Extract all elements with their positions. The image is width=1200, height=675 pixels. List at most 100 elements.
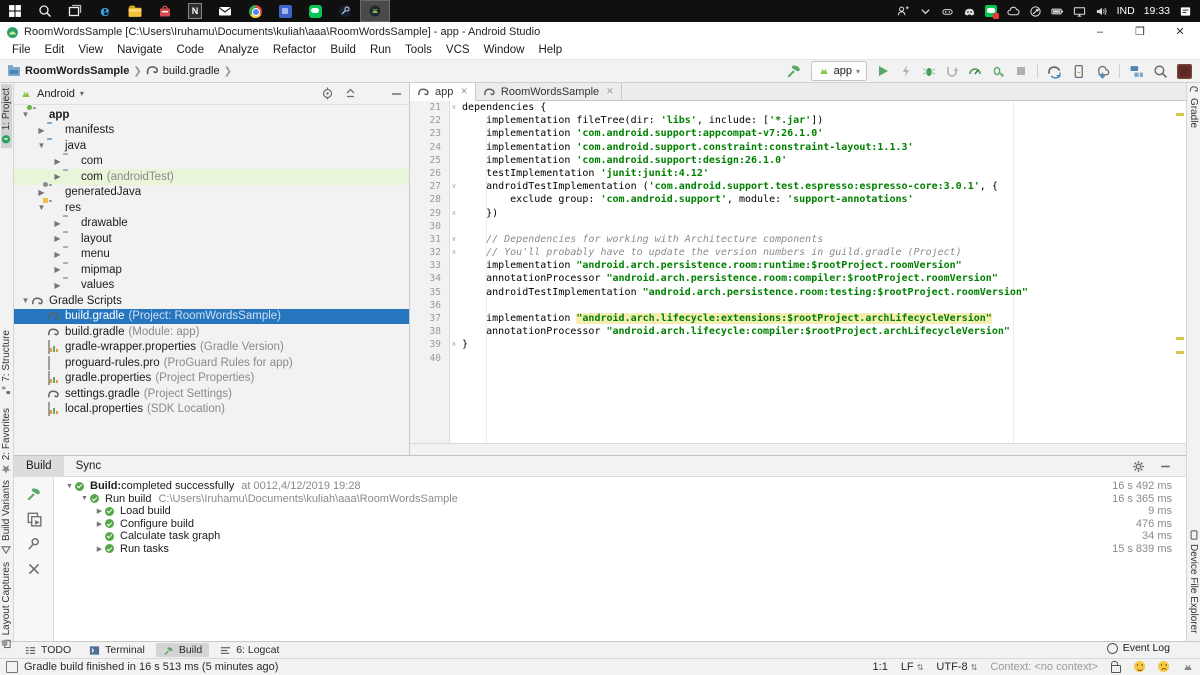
tree-item-gradle-properties[interactable]: gradle.properties (Project Properties) [14, 371, 409, 387]
settings-gear-icon[interactable] [367, 87, 380, 100]
build-hammer-icon[interactable] [786, 63, 802, 79]
expand-arrow-icon[interactable]: ▶ [52, 250, 63, 259]
build-panel-tab-build[interactable]: Build [14, 455, 64, 477]
close-tab-icon[interactable]: ✕ [606, 86, 614, 97]
taskbar-app-line-app[interactable] [300, 0, 330, 22]
fold-end-icon[interactable]: ∧ [449, 207, 459, 220]
tree-item-mipmap[interactable]: ▶ mipmap [14, 262, 409, 278]
fold-end-icon[interactable]: ∧ [449, 338, 459, 351]
menu-build[interactable]: Build [323, 44, 363, 56]
code-line[interactable]: exclude group: 'com.android.support', mo… [410, 193, 1186, 206]
code-line[interactable] [410, 220, 1186, 233]
tray-chevron-down-icon[interactable] [919, 5, 932, 18]
close-panel-icon[interactable] [26, 561, 42, 577]
line-separator-widget[interactable]: LF ⇅ [901, 661, 924, 673]
rerun-build-icon[interactable] [26, 486, 42, 502]
expand-arrow-icon[interactable]: ▶ [94, 507, 105, 515]
tree-item-app[interactable]: ▼ app [14, 107, 409, 123]
tree-item-gradle-wrapper-properties[interactable]: gradle-wrapper.properties (Gradle Version… [14, 340, 409, 356]
toolwindow-tab-build[interactable]: Build [155, 643, 210, 657]
taskbar-app-search-glass[interactable] [30, 0, 60, 22]
expand-arrow-icon[interactable]: ▶ [94, 520, 105, 528]
gear-icon[interactable] [1132, 460, 1145, 473]
tray-cloud-icon[interactable] [1007, 5, 1020, 18]
taskbar-app-photos[interactable] [270, 0, 300, 22]
taskbar-app-steam[interactable] [330, 0, 360, 22]
code-editor[interactable]: dependencies { implementation fileTree(d… [410, 101, 1186, 443]
editor-tab-app[interactable]: app ✕ [410, 83, 476, 101]
restore-button[interactable]: ❐ [1120, 22, 1160, 41]
code-line[interactable]: androidTestImplementation "android.arch.… [410, 286, 1186, 299]
menu-tools[interactable]: Tools [398, 44, 439, 56]
tray-battery-icon[interactable] [1051, 5, 1064, 18]
expand-arrow-icon[interactable]: ▶ [52, 172, 63, 181]
tree-item-build-gradle[interactable]: build.gradle (Project: RoomWordsSample) [14, 308, 409, 324]
code-line[interactable]: androidTestImplementation ('com.android.… [410, 180, 1186, 193]
tree-item-com[interactable]: ▶ com (androidTest) [14, 169, 409, 185]
build-panel-tab-sync[interactable]: Sync [64, 456, 114, 477]
code-line[interactable]: testImplementation 'junit:junit:4.12' [410, 167, 1186, 180]
stop-button-icon[interactable] [1014, 64, 1028, 78]
build-row-completed-successfully[interactable]: ▼ Build: completed successfully at 0012,4/… [54, 480, 1056, 493]
tree-item-local-properties[interactable]: local.properties (SDK Location) [14, 402, 409, 418]
avd-manager-icon[interactable] [1071, 64, 1086, 79]
event-log-button[interactable]: Event Log [1106, 642, 1170, 654]
menu-navigate[interactable]: Navigate [110, 44, 169, 56]
attach-profiler-icon[interactable] [945, 64, 959, 78]
chevron-down-icon[interactable]: ▾ [80, 89, 84, 98]
tray-discord-icon[interactable] [963, 5, 976, 18]
breadcrumb-file[interactable]: build.gradle [163, 65, 220, 77]
fold-collapse-icon[interactable]: ∨ [449, 180, 459, 193]
pin-icon[interactable] [26, 536, 42, 552]
taskbar-app-android-studio[interactable] [360, 0, 390, 22]
editor-gutter[interactable]: 21 ∨ 22 23 24 25 26 27 ∨ 28 29 ∧ 30 31 ∨ 32 ∧ 33 34 35 36 37 3… [410, 101, 456, 443]
happy-face-icon[interactable] [1134, 661, 1145, 672]
menu-file[interactable]: File [5, 44, 38, 56]
build-row-run-build[interactable]: ▼ Run build C:\Users\Iruhamu\Documents\kul… [54, 493, 1056, 506]
expand-arrow-icon[interactable]: ▶ [52, 234, 63, 243]
menu-edit[interactable]: Edit [38, 44, 72, 56]
expand-arrow-icon[interactable]: ▶ [52, 219, 63, 228]
close-tab-icon[interactable]: ✕ [460, 86, 468, 97]
code-line[interactable]: }) [410, 207, 1186, 220]
fold-collapse-icon[interactable]: ∨ [449, 233, 459, 246]
attach-debugger-icon[interactable] [991, 64, 1005, 78]
toolwindow-tab-todo[interactable]: TODO [18, 643, 78, 657]
tree-item-layout[interactable]: ▶ layout [14, 231, 409, 247]
expand-arrow-icon[interactable]: ▶ [52, 157, 63, 166]
code-line[interactable]: annotationProcessor "android.arch.lifecy… [410, 325, 1186, 338]
tray-display-icon[interactable] [1073, 5, 1086, 18]
expand-arrow-icon[interactable]: ▶ [52, 281, 63, 290]
run-configuration-dropdown[interactable]: app ▾ [810, 61, 867, 81]
tree-item-generatedjava[interactable]: ▶ generatedJava [14, 185, 409, 201]
user-avatar[interactable] [1177, 63, 1192, 79]
tree-item-com[interactable]: ▶ com [14, 154, 409, 170]
code-line[interactable]: implementation "android.arch.persistence… [410, 259, 1186, 272]
build-row-calculate-task-graph[interactable]: Calculate task graph [54, 530, 1056, 543]
show-all-tasks-icon[interactable] [26, 511, 42, 527]
taskbar-app-file-explorer[interactable] [120, 0, 150, 22]
build-row-run-tasks[interactable]: ▶ Run tasks [54, 543, 1056, 556]
build-row-configure-build[interactable]: ▶ Configure build [54, 518, 1056, 531]
hide-panel-icon[interactable] [1159, 460, 1172, 473]
stripe-1-project[interactable]: 1: Project [1, 84, 12, 149]
menu-window[interactable]: Window [477, 44, 532, 56]
editor-tab-roomwordssample[interactable]: RoomWordsSample ✕ [475, 83, 622, 100]
tree-item-java[interactable]: ▼ java [14, 138, 409, 154]
locate-file-icon[interactable] [321, 87, 334, 100]
context-widget[interactable]: Context: <no context> [990, 661, 1098, 673]
code-line[interactable]: annotationProcessor "android.arch.persis… [410, 272, 1186, 285]
minimize-button[interactable]: – [1080, 22, 1120, 41]
fold-collapse-icon[interactable]: ∨ [449, 101, 459, 114]
menu-refactor[interactable]: Refactor [266, 44, 323, 56]
tray-volume-icon[interactable] [1095, 5, 1108, 18]
apply-changes-icon[interactable] [899, 64, 913, 78]
expand-arrow-icon[interactable]: ▶ [94, 545, 105, 553]
action-center-icon[interactable] [1179, 5, 1192, 18]
code-line[interactable]: // Dependencies for working with Archite… [410, 233, 1186, 246]
tree-item-build-gradle[interactable]: build.gradle (Module: app) [14, 324, 409, 340]
breadcrumb-project[interactable]: RoomWordsSample [25, 65, 129, 77]
debug-button-icon[interactable] [922, 64, 936, 78]
tree-item-menu[interactable]: ▶ menu [14, 247, 409, 263]
tree-item-settings-gradle[interactable]: settings.gradle (Project Settings) [14, 386, 409, 402]
